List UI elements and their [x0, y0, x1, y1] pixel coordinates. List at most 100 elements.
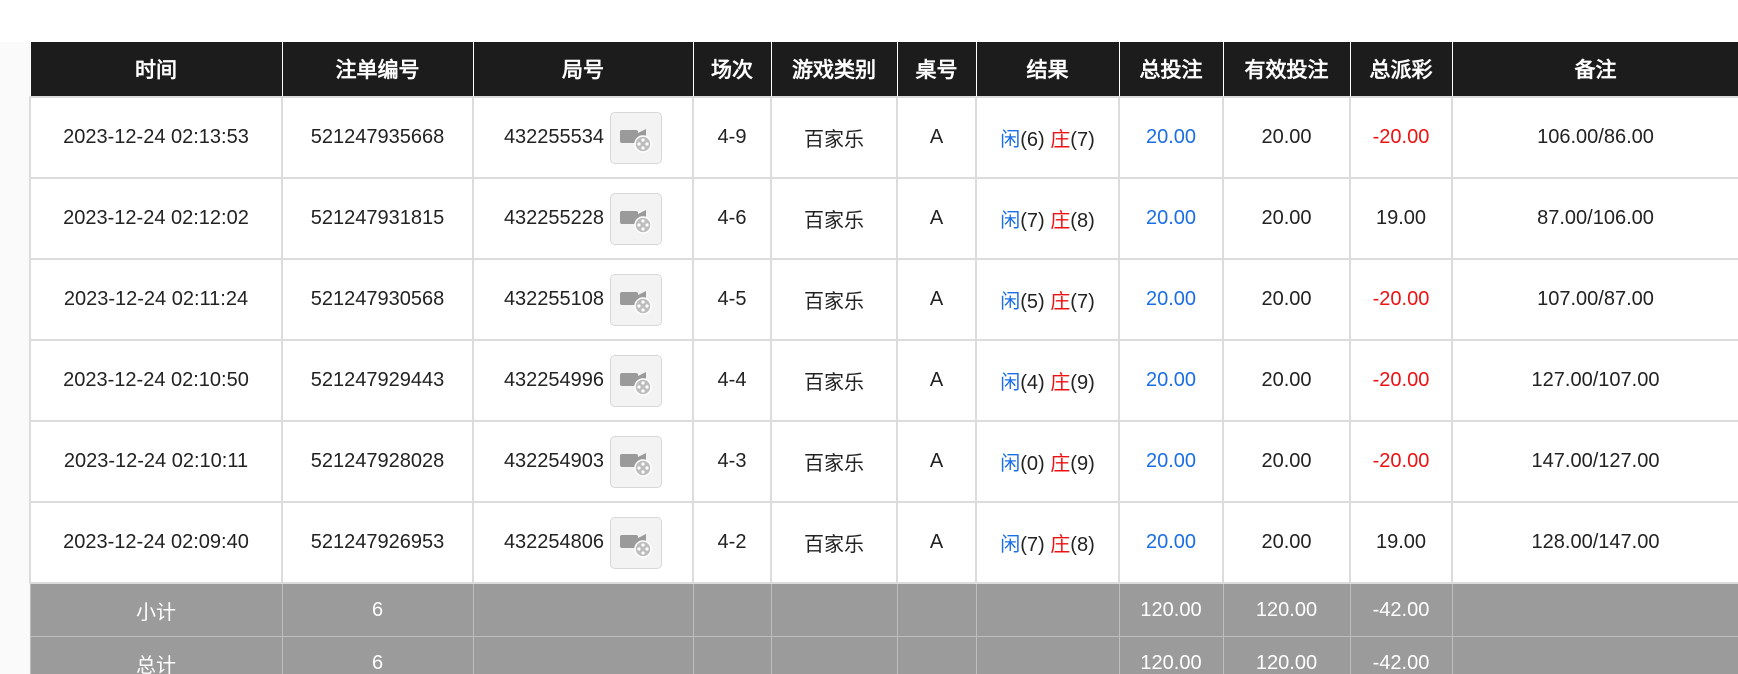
header-time: 时间	[29, 42, 283, 98]
cell-valid-bet: 20.00	[1222, 339, 1351, 422]
cell-payout: -20.00	[1349, 258, 1453, 341]
subtotal-valid-bet: 120.00	[1222, 582, 1351, 637]
cell-game-type: 百家乐	[770, 420, 898, 503]
grandtotal-count: 6	[281, 636, 474, 674]
video-replay-icon[interactable]	[610, 435, 663, 488]
cell-valid-bet: 20.00	[1222, 96, 1351, 179]
cell-session: 4-3	[692, 420, 772, 503]
subtotal-label: 小计	[29, 582, 283, 637]
table-row: 2023-12-24 02:13:53 521247935668 432255534…	[29, 96, 1738, 179]
cell-game-type: 百家乐	[770, 258, 898, 341]
grandtotal-total-bet: 120.00	[1118, 636, 1224, 674]
cell-payout: -20.00	[1349, 420, 1453, 503]
cell-game-type: 百家乐	[770, 96, 898, 179]
banker-value: (8)	[1070, 534, 1095, 556]
cell-note: 87.00/106.00	[1451, 177, 1738, 260]
cell-session: 4-6	[692, 177, 772, 260]
banker-label: 庄	[1050, 129, 1071, 151]
banker-value: (7)	[1070, 129, 1095, 151]
header-session: 场次	[692, 42, 772, 98]
player-label: 闲	[1000, 129, 1021, 151]
banker-label: 庄	[1050, 210, 1071, 232]
header-round-no: 局号	[472, 42, 694, 98]
header-game-type: 游戏类别	[770, 42, 898, 98]
cell-result: 闲(7) 庄(8)	[975, 177, 1120, 260]
empty-cell	[692, 582, 772, 637]
cell-time: 2023-12-24 02:12:02	[29, 177, 283, 260]
player-value: (5)	[1020, 291, 1045, 313]
banker-label: 庄	[1050, 534, 1071, 556]
table-row: 2023-12-24 02:10:50 521247929443 432254996…	[29, 339, 1738, 422]
video-replay-icon[interactable]	[610, 111, 663, 164]
header-payout: 总派彩	[1349, 42, 1453, 98]
cell-order-no: 521247930568	[281, 258, 474, 341]
cell-game-type: 百家乐	[770, 339, 898, 422]
cell-time: 2023-12-24 02:11:24	[29, 258, 283, 341]
banker-value: (9)	[1070, 453, 1095, 475]
video-replay-icon[interactable]	[610, 354, 663, 407]
cell-result: 闲(0) 庄(9)	[975, 420, 1120, 503]
header-valid-bet: 有效投注	[1222, 42, 1351, 98]
grandtotal-valid-bet: 120.00	[1222, 636, 1351, 674]
subtotal-row: 小计 6 120.00 120.00 -42.00	[29, 582, 1738, 637]
cell-payout: 19.00	[1349, 177, 1453, 260]
cell-total-bet: 20.00	[1118, 339, 1224, 422]
cell-order-no: 521247928028	[281, 420, 474, 503]
player-label: 闲	[1000, 534, 1021, 556]
cell-order-no: 521247935668	[281, 96, 474, 179]
empty-cell	[770, 582, 898, 637]
empty-cell	[975, 636, 1120, 674]
subtotal-total-bet: 120.00	[1118, 582, 1224, 637]
cell-order-no: 521247926953	[281, 501, 474, 584]
round-no-text: 432255108	[503, 288, 605, 310]
banker-value: (7)	[1070, 291, 1095, 313]
player-value: (7)	[1020, 210, 1045, 232]
video-replay-icon[interactable]	[610, 273, 663, 326]
cell-table-no: A	[896, 177, 977, 260]
cell-table-no: A	[896, 96, 977, 179]
cell-table-no: A	[896, 258, 977, 341]
cell-total-bet: 20.00	[1118, 96, 1224, 179]
bet-records-table-container: 时间 注单编号 局号 场次 游戏类别 桌号 结果 总投注 有效投注 总派彩 备注…	[29, 42, 1738, 674]
player-value: (6)	[1020, 129, 1045, 151]
cell-note: 147.00/127.00	[1451, 420, 1738, 503]
cell-time: 2023-12-24 02:09:40	[29, 501, 283, 584]
cell-result: 闲(4) 庄(9)	[975, 339, 1120, 422]
video-replay-icon[interactable]	[610, 516, 663, 569]
cell-game-type: 百家乐	[770, 177, 898, 260]
player-value: (0)	[1020, 453, 1045, 475]
round-no-text: 432255534	[503, 126, 605, 148]
cell-round-no: 432255534	[472, 96, 694, 179]
left-gutter	[0, 42, 29, 674]
empty-cell	[896, 582, 977, 637]
player-label: 闲	[1000, 453, 1021, 475]
cell-table-no: A	[896, 420, 977, 503]
table-row: 2023-12-24 02:11:24 521247930568 432255108…	[29, 258, 1738, 341]
player-label: 闲	[1000, 372, 1021, 394]
cell-session: 4-4	[692, 339, 772, 422]
cell-total-bet: 20.00	[1118, 258, 1224, 341]
player-label: 闲	[1000, 291, 1021, 313]
cell-time: 2023-12-24 02:10:50	[29, 339, 283, 422]
cell-note: 128.00/147.00	[1451, 501, 1738, 584]
cell-note: 106.00/86.00	[1451, 96, 1738, 179]
cell-session: 4-2	[692, 501, 772, 584]
header-order-no: 注单编号	[281, 42, 474, 98]
cell-round-no: 432254996	[472, 339, 694, 422]
cell-round-no: 432255228	[472, 177, 694, 260]
cell-result: 闲(7) 庄(8)	[975, 501, 1120, 584]
table-header-row: 时间 注单编号 局号 场次 游戏类别 桌号 结果 总投注 有效投注 总派彩 备注	[29, 42, 1738, 98]
cell-payout: -20.00	[1349, 339, 1453, 422]
grandtotal-row: 总计 6 120.00 120.00 -42.00	[29, 636, 1738, 674]
cell-time: 2023-12-24 02:13:53	[29, 96, 283, 179]
cell-time: 2023-12-24 02:10:11	[29, 420, 283, 503]
cell-payout: 19.00	[1349, 501, 1453, 584]
table-row: 2023-12-24 02:12:02 521247931815 432255228…	[29, 177, 1738, 260]
table-row: 2023-12-24 02:09:40 521247926953 432254806…	[29, 501, 1738, 584]
cell-total-bet: 20.00	[1118, 420, 1224, 503]
player-value: (7)	[1020, 534, 1045, 556]
cell-valid-bet: 20.00	[1222, 420, 1351, 503]
cell-valid-bet: 20.00	[1222, 501, 1351, 584]
video-replay-icon[interactable]	[610, 192, 663, 245]
cell-table-no: A	[896, 501, 977, 584]
